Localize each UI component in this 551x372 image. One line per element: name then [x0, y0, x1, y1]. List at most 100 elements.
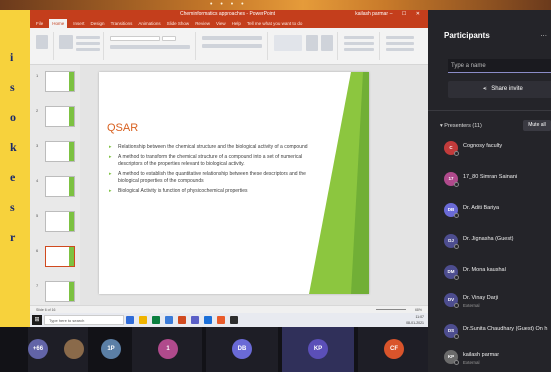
select-button[interactable]: [386, 48, 414, 51]
taskbar-app-icon[interactable]: [204, 316, 212, 324]
participant-row[interactable]: DB Dr. Aditi Bariya: [444, 202, 551, 222]
participant-row[interactable]: C Cognosy faculty: [444, 140, 551, 160]
editor-area: 1 2 3 4 5 6 7 QSAR Relationsh: [30, 65, 428, 305]
overflow-count-avatar[interactable]: +66: [28, 339, 48, 359]
shape-effects-button[interactable]: [344, 48, 374, 51]
quick-styles-icon[interactable]: [321, 35, 333, 51]
shapes-gallery[interactable]: [274, 35, 302, 51]
clipboard-group: [32, 32, 54, 60]
taskbar-app-icon[interactable]: [139, 316, 147, 324]
taskbar-apps: [126, 316, 238, 324]
taskbar-app-icon[interactable]: [217, 316, 225, 324]
avatar: CF: [384, 339, 404, 359]
participant-row[interactable]: DS Dr.Sunita Chaudhary (Guest) On h: [444, 323, 551, 343]
tab-view[interactable]: View: [216, 19, 226, 28]
ribbon-tabs: File Home Insert Design Transitions Anim…: [30, 19, 428, 28]
avatar: DB: [444, 203, 459, 218]
slide-thumbnail-selected[interactable]: [45, 246, 75, 267]
tab-transitions[interactable]: Transitions: [111, 19, 133, 28]
thumb-number: 3: [36, 143, 39, 148]
participant-name: 17_80 Simran Sainani: [463, 174, 518, 180]
avatar: KP: [308, 339, 328, 359]
window-title: Cheminformatics approaches - PowerPoint: [180, 11, 276, 17]
video-tile[interactable]: 1: [132, 327, 202, 372]
taskbar-app-icon[interactable]: [152, 316, 160, 324]
video-tile[interactable]: DB: [206, 327, 278, 372]
avatar: 17: [444, 172, 459, 187]
participant-row[interactable]: KP kailash parmar External: [444, 349, 551, 369]
video-tile[interactable]: CF: [358, 327, 428, 372]
left-banner-letter: s: [10, 200, 15, 214]
taskbar-app-icon[interactable]: [126, 316, 134, 324]
find-button[interactable]: [386, 36, 414, 39]
participant-row[interactable]: DJ Dr. Jignasha (Guest): [444, 233, 551, 253]
list-buttons[interactable]: [202, 36, 262, 40]
participant-name: Dr. Jignasha (Guest): [463, 236, 514, 242]
participant-name: Dr.Sunita Chaudhary (Guest) On h: [463, 326, 548, 332]
taskbar-app-icon[interactable]: [230, 316, 238, 324]
slide-thumbnail[interactable]: [45, 106, 75, 127]
section-button[interactable]: [76, 48, 100, 51]
video-tile[interactable]: 1P: [98, 327, 128, 372]
taskbar-app-icon[interactable]: [191, 316, 199, 324]
slide-thumbnail[interactable]: [45, 71, 75, 92]
slide-thumbnail[interactable]: [45, 281, 75, 302]
tab-design[interactable]: Design: [91, 19, 105, 28]
paste-icon[interactable]: [36, 35, 48, 49]
slide-thumbnail[interactable]: [45, 141, 75, 162]
participant-name: Dr. Mona kaushal: [463, 267, 506, 273]
slide-thumbnail[interactable]: [45, 211, 75, 232]
share-invite-label: Share invite: [491, 86, 523, 92]
taskbar-app-icon[interactable]: [165, 316, 173, 324]
slide-canvas[interactable]: QSAR Relationship between the chemical s…: [99, 72, 369, 294]
more-options-icon[interactable]: ...: [540, 29, 547, 38]
new-slide-icon[interactable]: [59, 35, 73, 49]
tab-file[interactable]: File: [36, 19, 43, 28]
tab-animations[interactable]: Animations: [138, 19, 160, 28]
avatar: 1P: [101, 339, 121, 359]
presenters-section-toggle[interactable]: ▾ Presenters (11): [440, 123, 482, 129]
tell-me-search[interactable]: Tell me what you want to do: [247, 19, 303, 28]
video-tile[interactable]: [58, 327, 98, 372]
font-size-select[interactable]: [162, 36, 176, 41]
shape-outline-button[interactable]: [344, 42, 374, 45]
tab-slide-show[interactable]: Slide Show: [167, 19, 190, 28]
left-banner-letter: i: [10, 50, 14, 64]
replace-button[interactable]: [386, 42, 414, 45]
participant-external-tag: External: [463, 360, 480, 365]
zoom-slider[interactable]: [376, 309, 406, 310]
shape-fill-button[interactable]: [344, 36, 374, 39]
taskbar-app-icon[interactable]: [178, 316, 186, 324]
system-clock[interactable]: 11:07 08-01-2021: [406, 314, 424, 326]
slide-bullet-list[interactable]: Relationship between the chemical struct…: [109, 144, 324, 198]
tab-home[interactable]: Home: [49, 19, 68, 28]
participant-row[interactable]: 17 17_80 Simran Sainani: [444, 171, 551, 191]
windows-start-icon[interactable]: ⊞: [32, 315, 42, 325]
video-tile-active-speaker[interactable]: KP: [282, 327, 354, 372]
participant-row[interactable]: DV Dr. Vinay Darji External: [444, 292, 551, 312]
tab-insert[interactable]: Insert: [73, 19, 84, 28]
arrange-icon[interactable]: [306, 35, 318, 51]
participant-search-input[interactable]: Type a name: [448, 59, 551, 73]
font-format-buttons[interactable]: [110, 45, 190, 49]
avatar: KP: [444, 350, 459, 365]
slide-title[interactable]: QSAR: [107, 122, 138, 134]
drawing-group: [270, 32, 338, 60]
participant-name: Dr. Vinay Darji: [463, 295, 499, 301]
signed-in-user[interactable]: kailash parmar: [355, 10, 388, 19]
tab-help[interactable]: Help: [232, 19, 241, 28]
mute-all-button[interactable]: Mute all: [523, 120, 551, 131]
participant-row[interactable]: DM Dr. Mona kaushal: [444, 264, 551, 284]
slide-bullet: A method to transform the chemical struc…: [109, 154, 324, 168]
layout-button[interactable]: [76, 36, 100, 39]
window-controls[interactable]: – ☐ ✕: [390, 10, 424, 19]
share-invite-button[interactable]: ⪪ Share invite: [448, 81, 551, 98]
align-buttons[interactable]: [202, 44, 262, 48]
reset-button[interactable]: [76, 42, 100, 45]
avatar: DB: [232, 339, 252, 359]
font-name-select[interactable]: [110, 36, 160, 41]
taskbar-search-input[interactable]: Type here to search: [44, 315, 124, 325]
slide-thumbnail[interactable]: [45, 176, 75, 197]
presenters-count: Presenters (11): [444, 123, 482, 129]
tab-review[interactable]: Review: [195, 19, 210, 28]
